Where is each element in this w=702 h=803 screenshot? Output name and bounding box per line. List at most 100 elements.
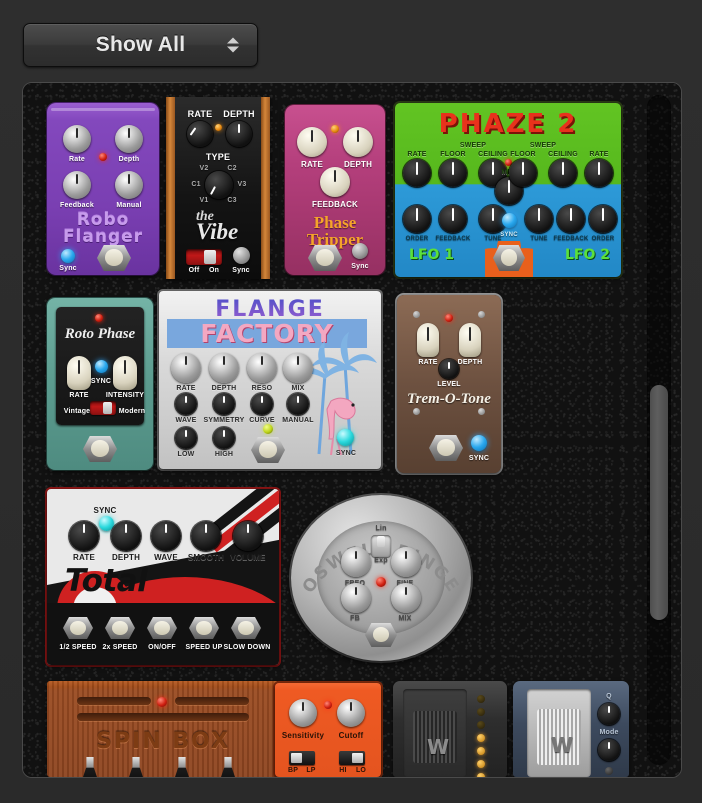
label-q: Q	[606, 693, 612, 700]
knob-fine[interactable]	[391, 547, 421, 577]
led-indicator	[331, 125, 339, 133]
knob-depth[interactable]	[115, 125, 143, 153]
label-slow-down: SLOW DOWN	[223, 644, 271, 651]
pedal-trem-o-tone[interactable]: RATE DEPTH LEVEL Trem-O-Tone SYNC	[397, 295, 501, 473]
footswitch[interactable]	[251, 437, 285, 463]
pedal-roswell-ringer[interactable]: ROSWELL RINGER Lin Exp FREQ FINE FB MIX	[291, 495, 471, 661]
knob-depth[interactable]	[226, 121, 252, 147]
knob-freq[interactable]	[341, 547, 371, 577]
pedal-the-vibe[interactable]: RATE DEPTH TYPE V2 C2 C1 V3 V1 C3 the Vi…	[166, 97, 270, 279]
pedal-phaze-2[interactable]: PHAZE 2 RATE FLOOR CEILING SWEEP FLOOR C…	[395, 103, 621, 277]
footswitch-speed-up[interactable]	[189, 617, 219, 639]
knob-depth[interactable]	[111, 521, 141, 551]
knob-depth[interactable]	[459, 323, 481, 357]
knob-cutoff[interactable]	[337, 699, 365, 727]
footswitch[interactable]	[493, 245, 525, 271]
knob-order-lfo2[interactable]	[589, 205, 617, 233]
knob-intensity[interactable]	[113, 356, 137, 390]
sync-button[interactable]	[471, 435, 487, 451]
knob-floor-lfo1[interactable]	[439, 159, 467, 187]
pedal-total-tremolo[interactable]: SYNC RATE DEPTH WAVE SMOOTH VOLUME Total…	[47, 489, 279, 665]
knob-floor-lfo2[interactable]	[509, 159, 537, 187]
knob-sensitivity[interactable]	[289, 699, 317, 727]
knob-wave[interactable]	[151, 521, 181, 551]
knob-wave[interactable]	[175, 393, 197, 415]
onoff-switch[interactable]	[186, 249, 222, 265]
knob-reso[interactable]	[247, 353, 277, 383]
label-rate: RATE	[418, 359, 438, 366]
knob-rate[interactable]	[67, 356, 91, 390]
footswitch-on-off[interactable]	[147, 617, 177, 639]
knob-feedback-lfo1[interactable]	[439, 205, 467, 233]
label-modern: Modern	[118, 408, 146, 415]
vertical-scrollbar-thumb[interactable]	[650, 385, 668, 620]
knob-rate-lfo1[interactable]	[403, 159, 431, 187]
pedal-flange-factory[interactable]: FLANGE FACTORY RATE DEPTH RESO MIX WAVE …	[159, 291, 381, 469]
knob-mode[interactable]	[598, 739, 620, 761]
pedal-robo-flanger[interactable]: Rate Depth Feedback Manual Robo Flanger …	[47, 103, 159, 275]
label-half-speed: 1/2 SPEED	[59, 644, 97, 651]
footswitch[interactable]	[429, 435, 463, 461]
pedal-wah-blue[interactable]: W Q Mode	[513, 681, 629, 777]
knob-tune-lfo2[interactable]	[525, 205, 553, 233]
knob-fb[interactable]	[341, 583, 371, 613]
knob-rate[interactable]	[69, 521, 99, 551]
pedal-wah-dark[interactable]: W	[393, 681, 507, 777]
footswitch[interactable]	[308, 245, 342, 271]
sync-button[interactable]	[95, 360, 108, 373]
knob-manual[interactable]	[115, 171, 143, 199]
pedal-phase-tripper[interactable]: RATE DEPTH FEEDBACK Phase Tripper Sync	[285, 105, 385, 275]
knob-rate[interactable]	[63, 125, 91, 153]
footswitch-half-speed[interactable]	[63, 617, 93, 639]
knob-rate[interactable]	[171, 353, 201, 383]
knob-level[interactable]	[439, 359, 459, 379]
vintage-modern-switch[interactable]	[90, 401, 116, 415]
bp-lp-switch[interactable]	[289, 751, 315, 765]
knob-depth[interactable]	[209, 353, 239, 383]
label-manual: Manual	[116, 202, 142, 209]
sync-button[interactable]	[61, 249, 75, 263]
screw-icon	[413, 311, 420, 318]
vertical-scrollbar-track[interactable]	[647, 95, 671, 765]
hi-lo-switch[interactable]	[339, 751, 365, 765]
knob-rate[interactable]	[417, 323, 439, 357]
knob-rate[interactable]	[187, 121, 213, 147]
pedal-roto-phase[interactable]: Roto Phase SYNC RATE INTENSITY Vintage M…	[47, 298, 153, 470]
knob-low[interactable]	[175, 427, 197, 449]
knob-feedback-lfo2[interactable]	[557, 205, 585, 233]
knob-volume[interactable]	[233, 521, 263, 551]
pedal-auto-filter[interactable]: Sensitivity Cutoff BP LP HI LO	[275, 683, 381, 777]
footswitch[interactable]	[83, 436, 117, 462]
footswitch-slow-down[interactable]	[231, 617, 261, 639]
knob-ceiling-lfo2[interactable]	[549, 159, 577, 187]
knob-smooth[interactable]	[191, 521, 221, 551]
filter-popup-button[interactable]: Show All	[23, 23, 258, 67]
sync-button[interactable]	[352, 243, 368, 259]
knob-mix[interactable]	[391, 583, 421, 613]
knob-type[interactable]	[205, 171, 233, 199]
sync-button[interactable]	[337, 429, 354, 446]
footswitch-2x-speed[interactable]	[105, 617, 135, 639]
knob-rate[interactable]	[297, 127, 327, 157]
pedal-grid-panel[interactable]: Rate Depth Feedback Manual Robo Flanger …	[22, 82, 682, 778]
sync-button[interactable]	[502, 213, 517, 228]
knob-depth[interactable]	[343, 127, 373, 157]
label-lfo1: LFO 1	[409, 247, 455, 263]
knob-manual[interactable]	[287, 393, 309, 415]
sync-button[interactable]	[233, 247, 250, 264]
knob-curve[interactable]	[251, 393, 273, 415]
knob-feedback[interactable]	[63, 171, 91, 199]
knob-mix[interactable]	[283, 353, 313, 383]
knob-symmetry[interactable]	[213, 393, 235, 415]
footswitch[interactable]	[365, 623, 397, 647]
footswitch[interactable]	[97, 245, 131, 271]
knob-order-lfo1[interactable]	[403, 205, 431, 233]
knob-feedback[interactable]	[320, 167, 350, 197]
wah-glyph: W	[551, 733, 574, 757]
knob-high[interactable]	[213, 427, 235, 449]
knob-rate-lfo2[interactable]	[585, 159, 613, 187]
knob-q[interactable]	[598, 703, 620, 725]
label-vintage: Vintage	[63, 408, 91, 415]
lin-exp-toggle[interactable]	[371, 535, 391, 557]
pedal-spin-box[interactable]: SPIN BOX	[47, 681, 279, 777]
